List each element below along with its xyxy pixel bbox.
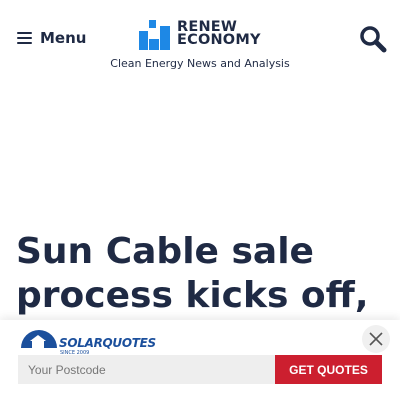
close-icon xyxy=(369,332,383,346)
get-quotes-button[interactable]: GET QUOTES xyxy=(275,355,382,384)
article-headline[interactable]: Sun Cable sale process kicks off, xyxy=(16,230,386,318)
hamburger-icon xyxy=(17,32,32,44)
renew-economy-logo-icon xyxy=(139,20,170,50)
menu-button[interactable]: Menu xyxy=(17,27,86,49)
site-tagline: Clean Energy News and Analysis xyxy=(110,57,290,70)
search-button[interactable] xyxy=(358,24,388,54)
search-icon xyxy=(360,26,387,53)
site-header: Menu RENEW ECONOMY Clean Energy News and… xyxy=(0,0,400,90)
menu-label: Menu xyxy=(40,29,87,47)
solarquotes-house-icon xyxy=(21,330,57,348)
close-widget-button[interactable] xyxy=(362,325,390,353)
site-logo[interactable]: RENEW ECONOMY xyxy=(139,17,264,51)
solarquotes-wordmark: SOLARQUOTES xyxy=(59,336,156,350)
ad-placeholder xyxy=(0,90,400,220)
solarquotes-logo: SOLARQUOTES SINCE 2009 xyxy=(20,326,156,356)
logo-wordmark: RENEW ECONOMY xyxy=(177,19,261,48)
postcode-input[interactable] xyxy=(18,355,275,384)
